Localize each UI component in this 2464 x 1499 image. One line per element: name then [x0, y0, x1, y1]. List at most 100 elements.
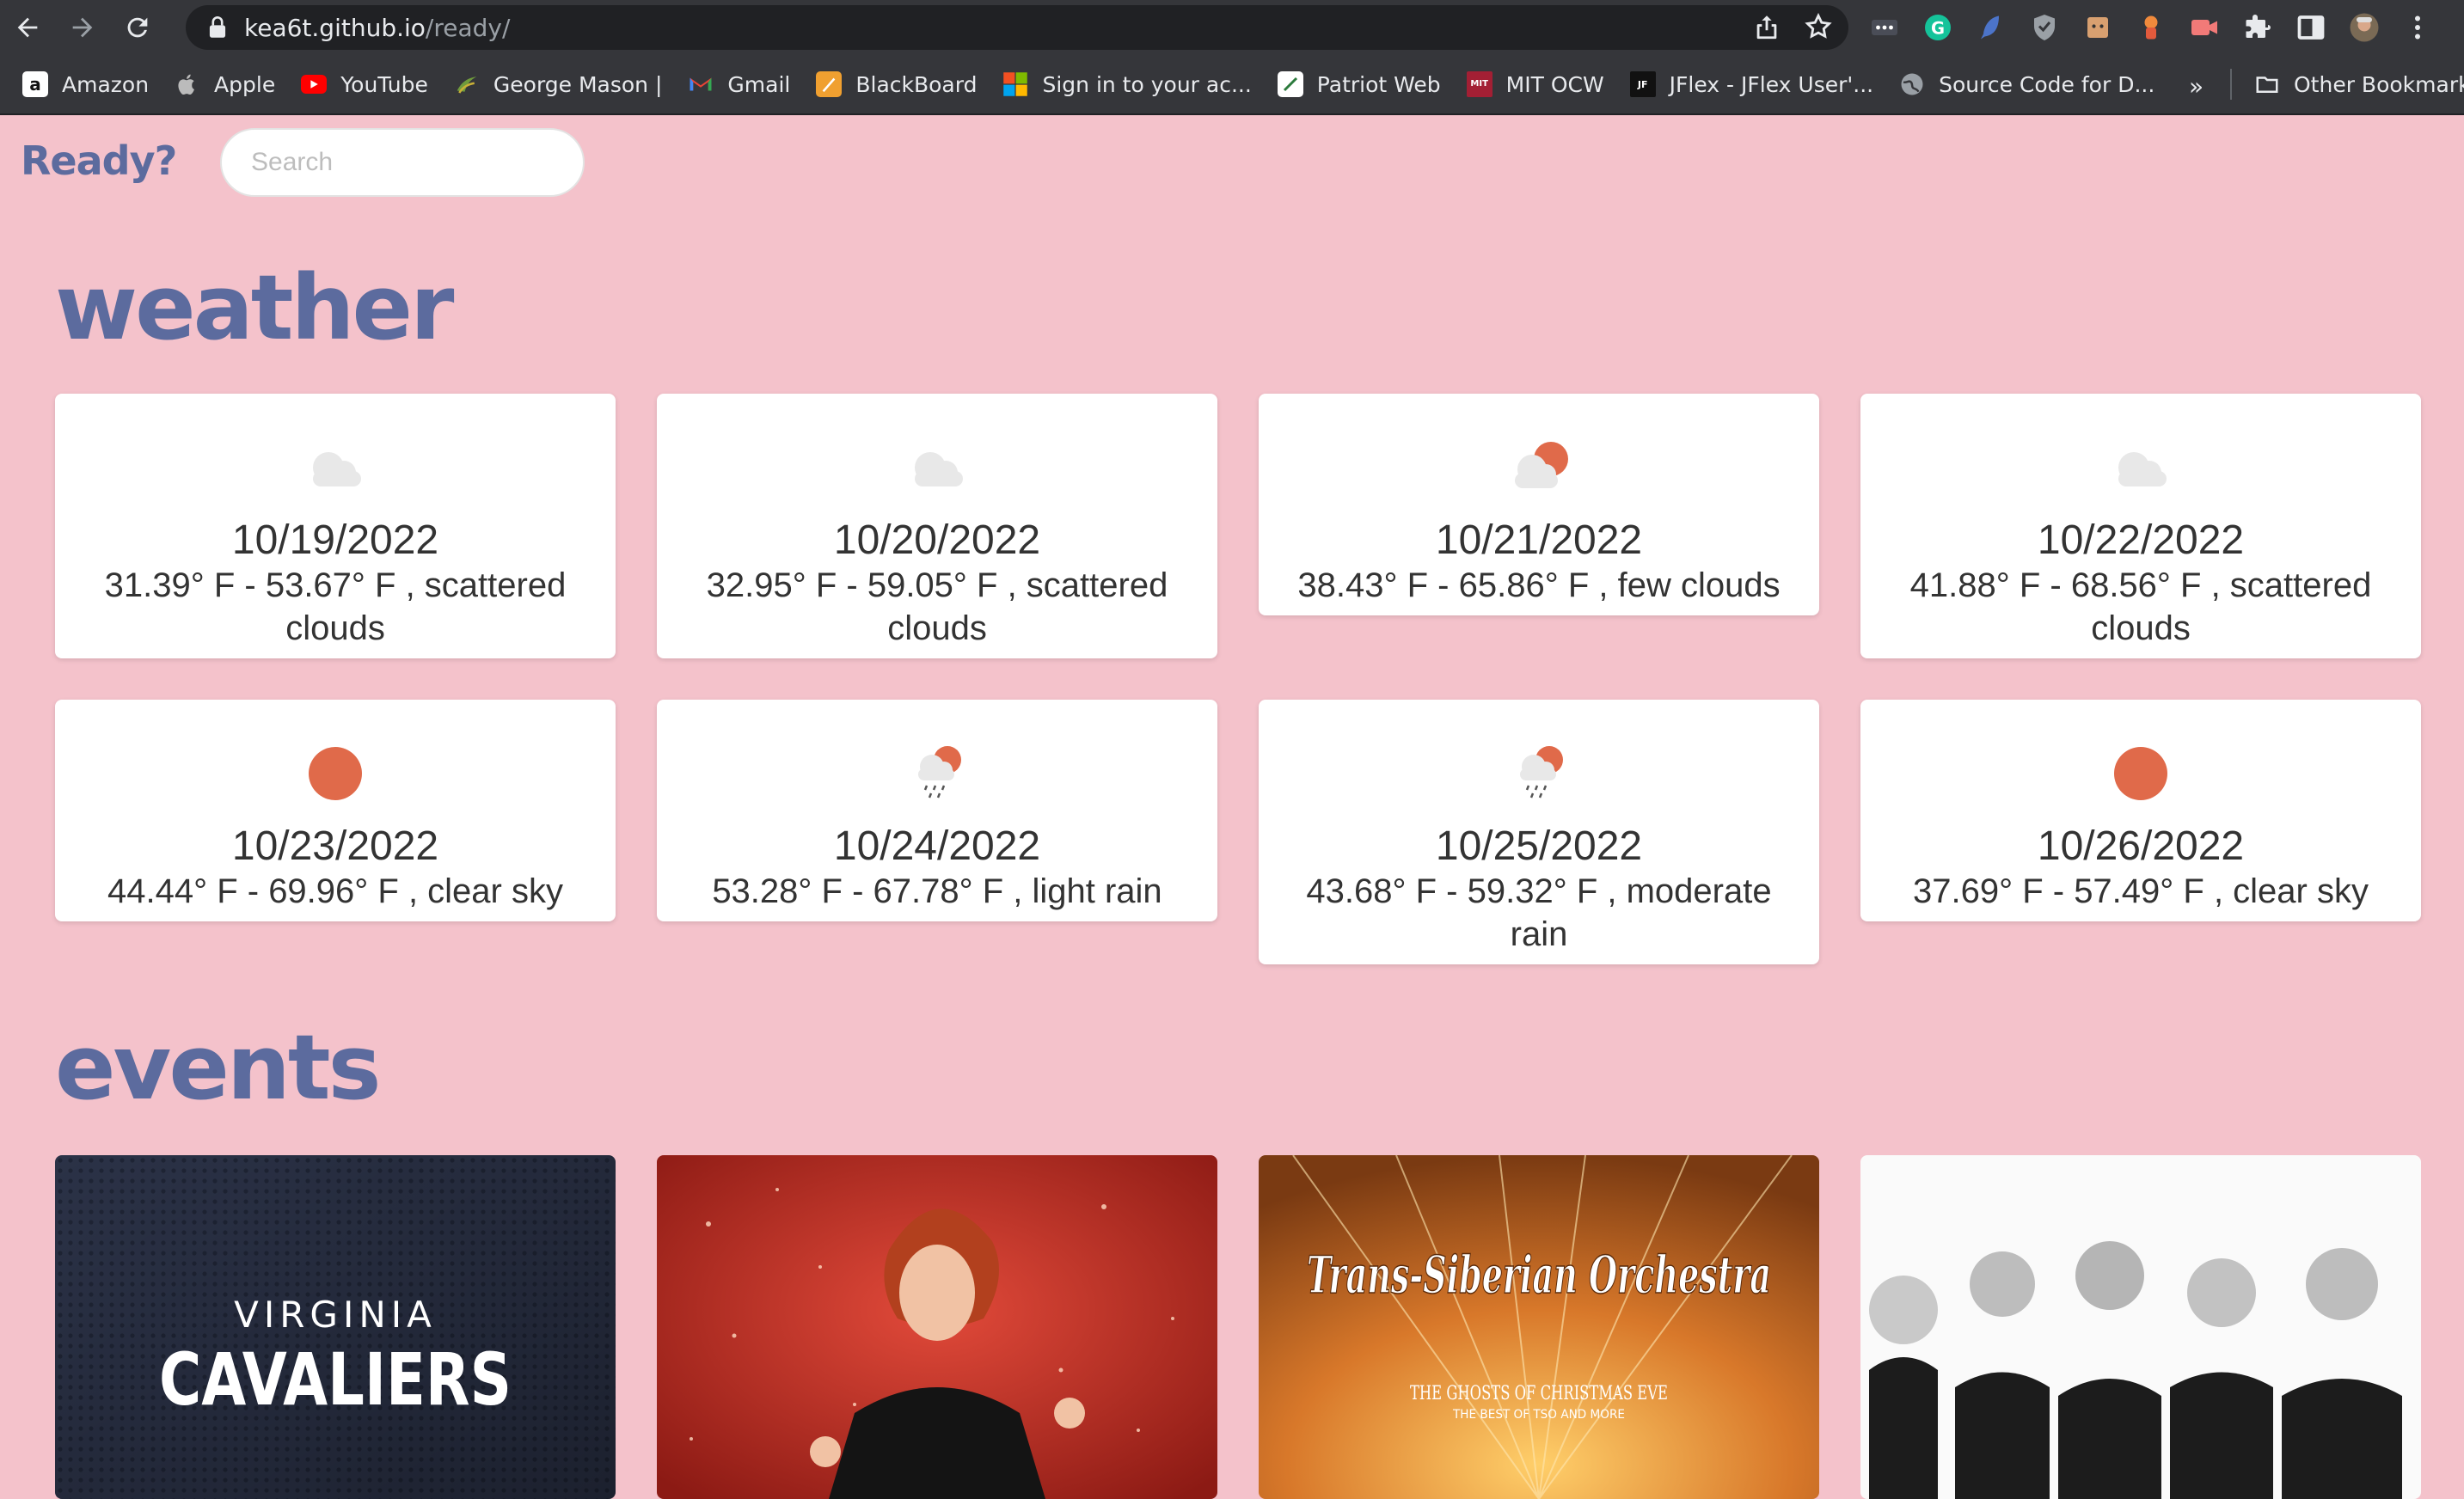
gmu-icon [454, 71, 480, 97]
bookmarks-divider [2230, 69, 2232, 100]
bookmark-mit-ocw[interactable]: MIT MIT OCW [1455, 62, 1616, 107]
event-image [1860, 1155, 2421, 1499]
weather-date: 10/23/2022 [231, 823, 439, 869]
back-button[interactable] [0, 0, 55, 55]
bookmark-label: YouTube [340, 71, 428, 97]
weather-date: 10/24/2022 [833, 823, 1041, 869]
bookmark-label: Apple [214, 71, 276, 97]
extension-character[interactable] [2132, 9, 2170, 46]
event-image: Trans-Siberian Orchestra THE GHOSTS OF C… [1259, 1155, 1819, 1499]
extension-dots[interactable] [1866, 9, 1903, 46]
event-line1: VIRGINIA [234, 1294, 437, 1336]
svg-text:G: G [1931, 19, 1945, 39]
weather-card: 10/21/2022 38.43° F - 65.86° F , few clo… [1259, 394, 1819, 615]
bookmark-blackboard[interactable]: BlackBoard [804, 62, 989, 107]
extensions-button[interactable] [2239, 9, 2277, 46]
events-heading: events [55, 1015, 382, 1120]
youtube-icon [301, 75, 328, 94]
event-image: VIRGINIA CAVALIERS [55, 1155, 616, 1499]
shield-icon [2034, 15, 2055, 40]
weather-date: 10/26/2022 [2037, 823, 2245, 869]
address-bar[interactable]: kea6t.github.io/ready/ [186, 5, 1848, 50]
weather-date: 10/20/2022 [833, 517, 1041, 563]
bookmark-label: BlackBoard [855, 71, 978, 97]
event-card-trans-siberian-orchestra[interactable]: Trans-Siberian Orchestra THE GHOSTS OF C… [1259, 1155, 1819, 1499]
gmail-icon [688, 71, 714, 97]
url-path: /ready/ [425, 13, 511, 42]
events-grid: VIRGINIA CAVALIERS Trans-Siberian Orches… [55, 1155, 2421, 1499]
search-input[interactable] [220, 128, 585, 197]
bookmarks-overflow-button[interactable]: » [2189, 72, 2204, 101]
bookmark-microsoft[interactable]: Sign in to your ac... [990, 62, 1263, 107]
reload-icon [127, 17, 148, 38]
weather-description: 38.43° F - 65.86° F , few clouds [1297, 566, 1781, 604]
bookmark-patriot-web[interactable]: Patriot Web [1266, 62, 1453, 107]
bookmark-source-code[interactable]: Source Code for D... [1887, 62, 2167, 107]
other-bookmarks-label: Other Bookmarks [2294, 71, 2464, 97]
extension-feather[interactable] [1972, 9, 2010, 46]
sun-icon [55, 741, 616, 801]
extension-box[interactable] [2079, 9, 2117, 46]
weather-heading: weather [55, 255, 454, 360]
bookmark-label: Source Code for D... [1939, 71, 2155, 97]
extension-grammarly[interactable]: G [1919, 9, 1957, 46]
forward-button[interactable] [55, 0, 110, 55]
url-host: kea6t.github.io [244, 13, 426, 42]
weather-date: 10/21/2022 [1435, 517, 1643, 563]
weather-card: 10/25/2022 43.68° F - 59.32° F , moderat… [1259, 700, 1819, 964]
microsoft-icon [1002, 71, 1028, 97]
weather-description: 53.28° F - 67.78° F , light rain [712, 872, 1162, 910]
apple-icon [175, 71, 200, 97]
url-text: kea6t.github.io/ready/ [244, 14, 510, 42]
weather-card: 10/19/2022 31.39° F - 53.67° F , scatter… [55, 394, 616, 658]
brand-logo[interactable]: Ready? [21, 138, 177, 184]
event-line3: THE BEST OF TSO AND MORE [1452, 1408, 1625, 1422]
weather-description: 41.88° F - 68.56° F , scattered clouds [1909, 566, 2372, 647]
bookmark-star-icon[interactable] [1804, 12, 1833, 41]
share-icon[interactable] [1752, 12, 1781, 41]
bookmark-label: Patriot Web [1316, 71, 1441, 97]
extension-shield[interactable] [2026, 9, 2063, 46]
weather-card: 10/24/2022 53.28° F - 67.78° F , light r… [657, 700, 1217, 921]
weather-description: 44.44° F - 69.96° F , clear sky [107, 872, 563, 910]
bookmark-apple[interactable]: Apple [162, 62, 287, 107]
side-panel-icon [2297, 15, 2325, 40]
arrow-left-icon [17, 17, 38, 38]
weather-description: 32.95° F - 59.05° F , scattered clouds [706, 566, 1168, 647]
amazon-icon: a [22, 71, 48, 97]
reload-button[interactable] [110, 0, 165, 55]
bookmark-youtube[interactable]: YouTube [289, 62, 440, 107]
event-card-virginia-cavaliers[interactable]: VIRGINIA CAVALIERS [55, 1155, 616, 1499]
bookmark-gmail[interactable]: Gmail [676, 62, 802, 107]
side-panel-button[interactable] [2292, 9, 2330, 46]
menu-button[interactable] [2399, 9, 2436, 46]
browser-toolbar: kea6t.github.io/ready/ G [0, 0, 2464, 55]
event-card-band[interactable] [1860, 1155, 2421, 1499]
folder-icon [2254, 71, 2280, 97]
bookmark-label: George Mason | [493, 71, 663, 97]
bookmark-label: MIT OCW [1505, 71, 1604, 97]
weather-description: 31.39° F - 53.67° F , scattered clouds [104, 566, 567, 647]
character-icon [2144, 15, 2158, 40]
weather-card: 10/23/2022 44.44° F - 69.96° F , clear s… [55, 700, 616, 921]
other-bookmarks[interactable]: Other Bookmarks [2242, 62, 2464, 107]
more-horizontal-icon [1872, 20, 1897, 35]
avatar-icon [2350, 13, 2379, 42]
kebab-menu-icon [2415, 15, 2420, 40]
sun-icon [1860, 741, 2421, 801]
bookmarks-bar: a Amazon Apple YouTube George Mason | Gma… [0, 55, 2464, 115]
event-card-singer[interactable] [657, 1155, 1217, 1499]
bookmark-gmu[interactable]: George Mason | [442, 62, 675, 107]
profile-button[interactable] [2345, 9, 2383, 46]
bookmark-amazon[interactable]: a Amazon [10, 62, 161, 107]
video-icon [2191, 20, 2217, 35]
bookmark-jflex[interactable]: JF JFlex - JFlex User'... [1618, 62, 1885, 107]
rain-icon [657, 741, 1217, 801]
weather-date: 10/25/2022 [1435, 823, 1643, 869]
rain-icon [1259, 741, 1819, 801]
arrow-right-icon [72, 17, 93, 38]
extension-video[interactable] [2185, 9, 2223, 46]
bookmark-label: Amazon [62, 71, 150, 97]
weather-description: 43.68° F - 59.32° F , moderate rain [1306, 872, 1772, 953]
event-image [657, 1155, 1217, 1499]
